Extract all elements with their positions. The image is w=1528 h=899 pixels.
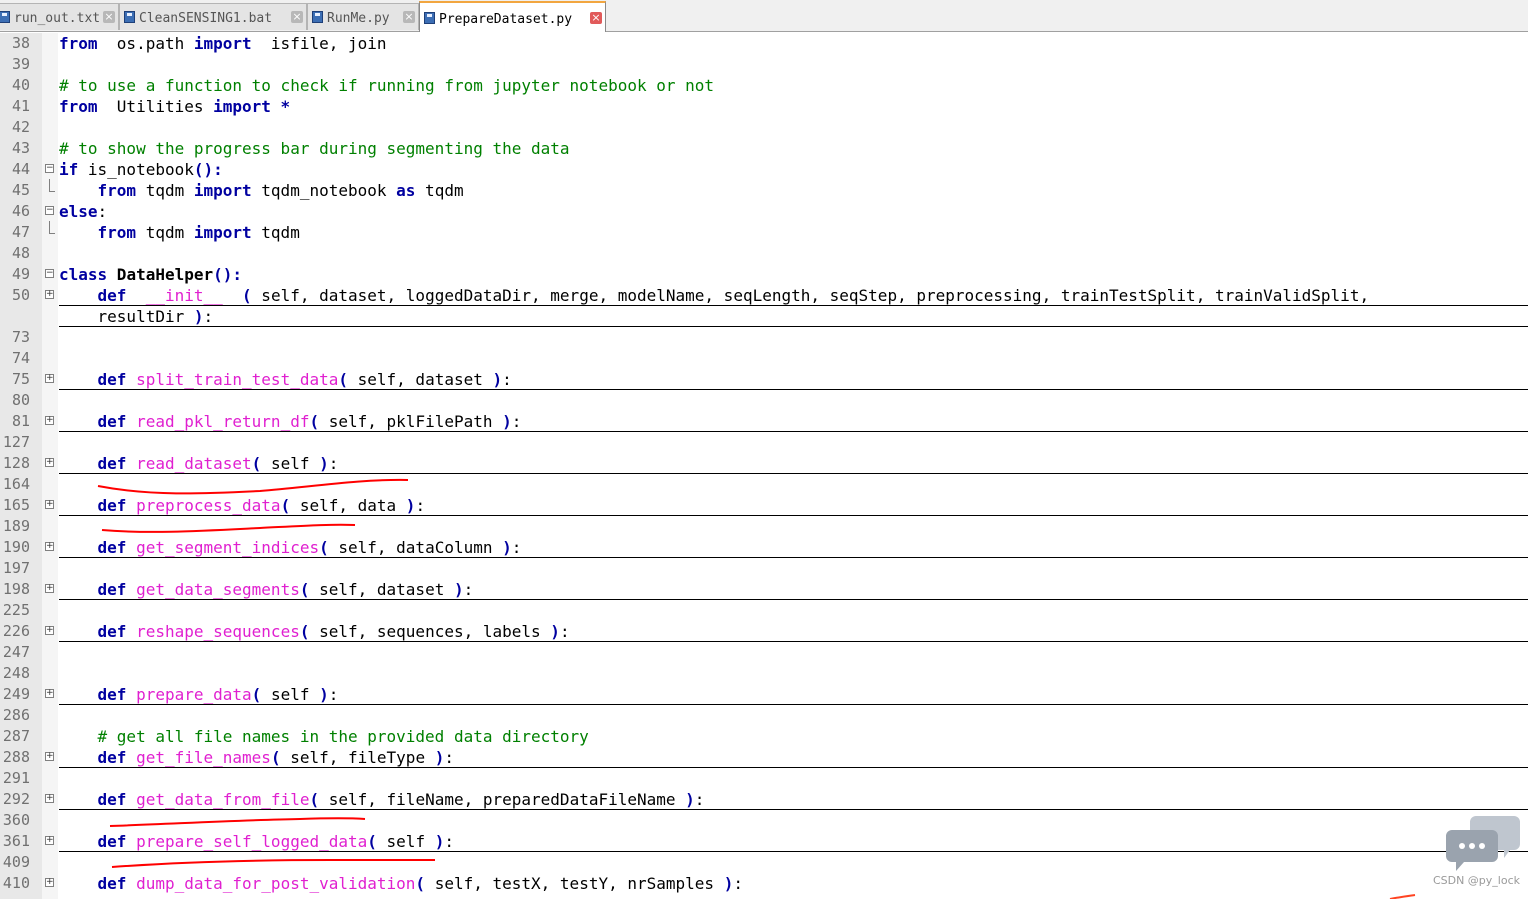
red-underline-5 (1389, 894, 1416, 899)
red-underline-4 (111, 858, 435, 868)
red-underline-annotations (97, 478, 1416, 899)
red-underline-3 (109, 817, 366, 827)
red-underline-1 (97, 478, 409, 495)
red-underline-2 (101, 523, 356, 533)
chat-bubbles-icon (1446, 816, 1520, 871)
watermark: CSDN @py_lock (1432, 874, 1520, 887)
